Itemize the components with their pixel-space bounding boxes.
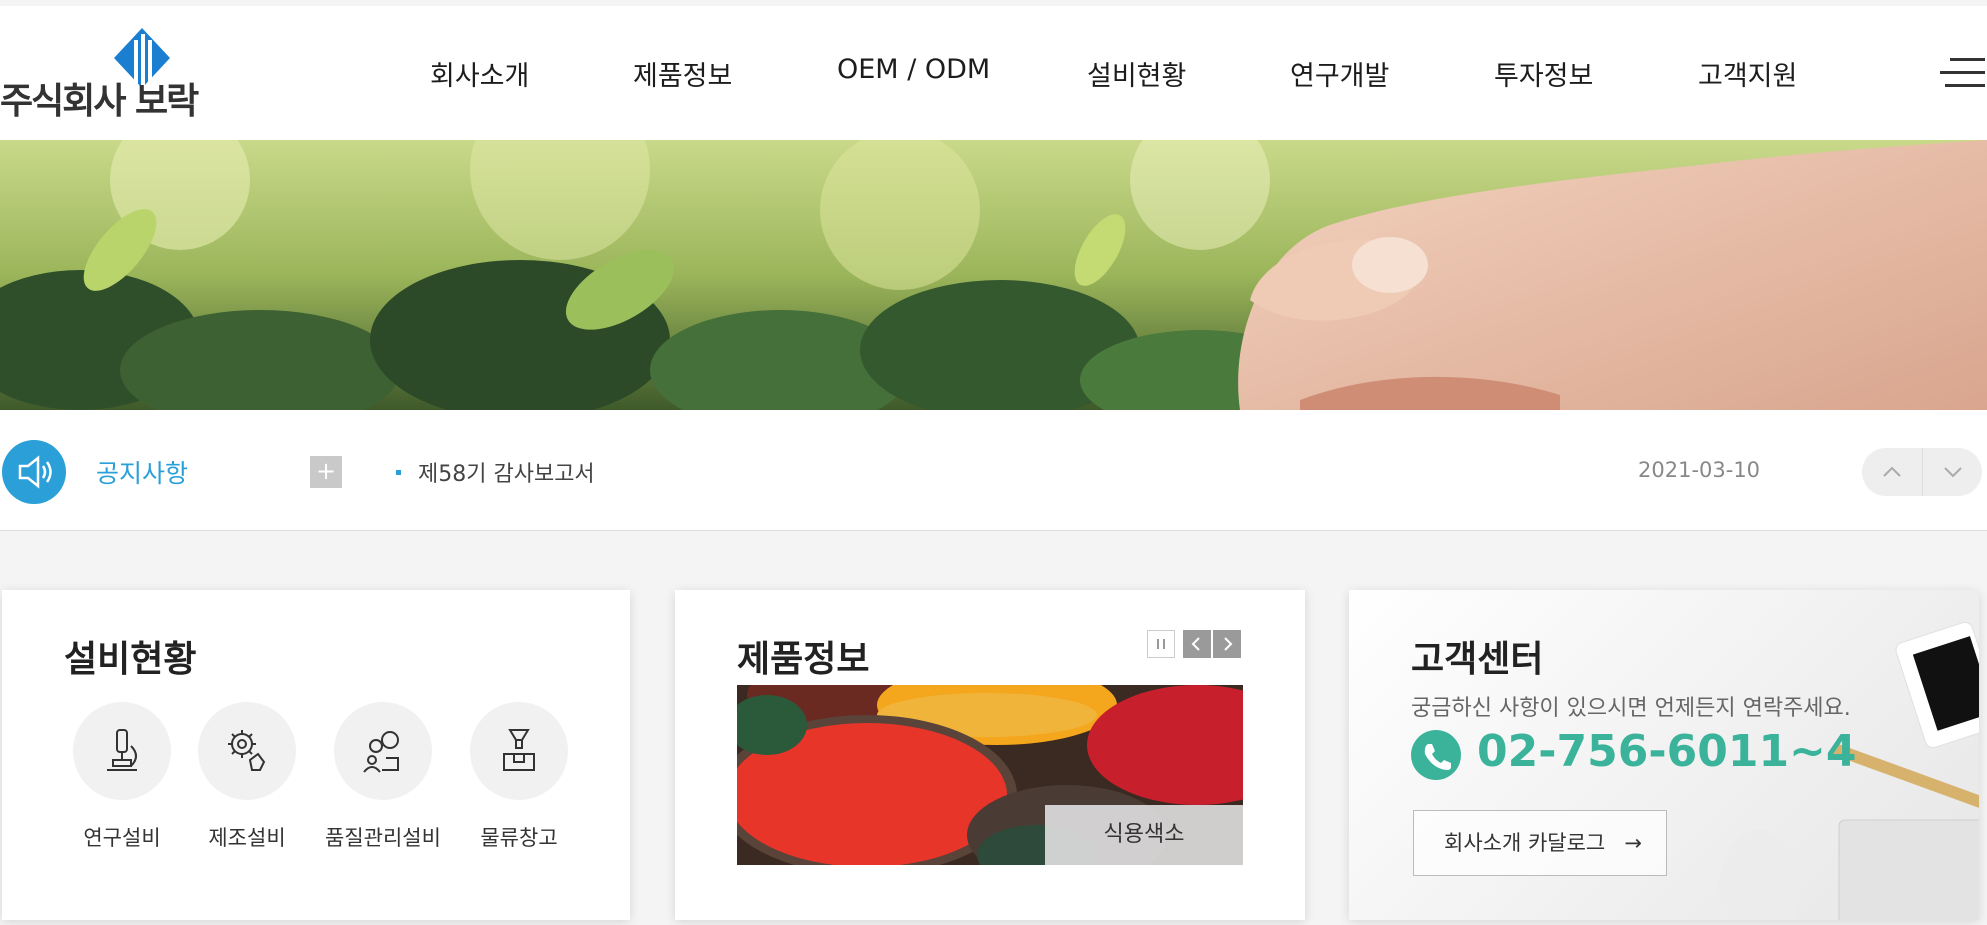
nav-item-support[interactable]: 고객지원 — [1698, 54, 1797, 93]
facility-label: 연구설비 — [83, 826, 161, 850]
nav-item-company[interactable]: 회사소개 — [430, 54, 529, 93]
facilities-title: 설비현황 — [64, 639, 197, 680]
product-slide-image[interactable]: 식용색소 — [737, 685, 1243, 865]
next-slide-button[interactable] — [1213, 630, 1241, 658]
bullet-icon — [396, 470, 401, 475]
arrow-right-icon: → — [1624, 831, 1642, 855]
nav-item-facilities[interactable]: 설비현황 — [1087, 54, 1186, 93]
customer-phone-number[interactable]: 02-756-6011~4 — [1477, 726, 1857, 777]
products-card: 제품정보 식용색소 — [675, 590, 1305, 920]
customer-center-title: 고객센터 — [1411, 639, 1544, 680]
notice-bar: 공지사항 + 제58기 감사보고서 2021-03-10 — [0, 410, 1987, 531]
catalog-button-label: 회사소개 카달로그 — [1444, 831, 1606, 855]
logo-text: 주식회사 보락 — [0, 81, 199, 122]
microscope-icon — [107, 729, 137, 771]
pause-button[interactable] — [1147, 630, 1175, 658]
warehouse-box-icon — [503, 729, 535, 771]
catalog-button[interactable]: 회사소개 카달로그 → — [1413, 810, 1667, 876]
phone-icon — [1411, 730, 1461, 780]
facility-label: 품질관리설비 — [325, 826, 441, 850]
company-logo[interactable]: 주식회사 보락 — [0, 28, 225, 122]
facility-quality[interactable]: 품질관리설비 — [313, 702, 453, 852]
facility-warehouse[interactable]: 물류창고 — [449, 702, 589, 852]
chevron-up-icon — [1883, 466, 1901, 477]
chevron-left-icon — [1191, 637, 1200, 651]
hero-banner-image — [0, 140, 1987, 410]
hamburger-icon[interactable] — [1940, 58, 1985, 88]
facility-manufacturing[interactable]: 제조설비 — [177, 702, 317, 852]
notice-prev-button[interactable] — [1862, 448, 1922, 496]
nav-item-products[interactable]: 제품정보 — [633, 54, 732, 93]
notice-more-button[interactable]: + — [310, 456, 342, 488]
pause-icon — [1157, 639, 1165, 649]
gears-person-icon — [363, 731, 399, 773]
site-header: 주식회사 보락 회사소개 제품정보 OEM / ODM 설비현황 연구개발 투자… — [0, 6, 1987, 140]
products-title: 제품정보 — [737, 639, 870, 680]
notice-pager — [1862, 448, 1982, 496]
customer-center-subtitle: 궁금하신 사항이 있으시면 언제든지 연락주세요. — [1411, 696, 1851, 721]
customer-center-card: 고객센터 궁금하신 사항이 있으시면 언제든지 연락주세요. 02-756-60… — [1349, 590, 1979, 920]
facility-label: 제조설비 — [208, 826, 286, 850]
nav-item-research[interactable]: 연구개발 — [1290, 54, 1389, 93]
notice-next-button[interactable] — [1922, 448, 1982, 496]
notice-item-date: 2021-03-10 — [1638, 458, 1761, 482]
notice-item-title[interactable]: 제58기 감사보고서 — [418, 456, 595, 488]
prev-slide-button[interactable] — [1183, 630, 1211, 658]
nav-item-oem-odm[interactable]: OEM / ODM — [837, 54, 990, 85]
notice-label[interactable]: 공지사항 — [96, 454, 188, 490]
chevron-right-icon — [1224, 637, 1233, 651]
product-caption: 식용색소 — [1045, 805, 1243, 865]
facility-research[interactable]: 연구설비 — [52, 702, 192, 852]
main-nav: 회사소개 제품정보 OEM / ODM 설비현황 연구개발 투자정보 고객지원 — [390, 54, 1830, 94]
nav-item-investment[interactable]: 투자정보 — [1494, 54, 1593, 93]
speaker-icon — [2, 440, 66, 504]
gear-hand-icon — [228, 730, 266, 771]
slide-controls — [1147, 630, 1247, 660]
facilities-card: 설비현황 연구설비 제조설비 품질관리설비 물류창고 — [2, 590, 630, 920]
facility-label: 물류창고 — [480, 826, 558, 850]
chevron-down-icon — [1944, 467, 1962, 478]
